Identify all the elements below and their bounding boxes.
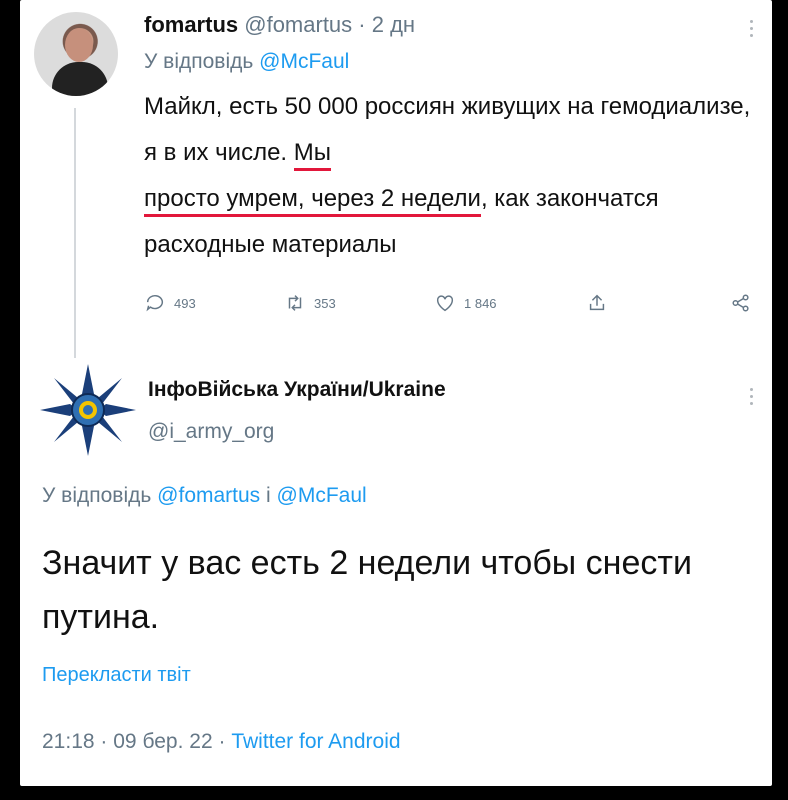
tweet-reply-text: Значит у вас есть 2 недели чтобы снести …: [42, 544, 692, 636]
separator: ·: [358, 12, 366, 37]
mention-mcfaul[interactable]: @McFaul: [259, 50, 349, 73]
retweet-button[interactable]: 353: [284, 292, 336, 314]
mention-mcfaul[interactable]: @McFaul: [277, 484, 367, 507]
infovijska-logo[interactable]: [34, 362, 142, 458]
meta-separator: ·: [218, 730, 226, 753]
tweet-time[interactable]: 21:18: [42, 730, 95, 753]
share-icon: [589, 294, 605, 311]
tweet-reply-header: ІнфоВійська України/Ukraine @i_army_org: [148, 378, 446, 444]
action-bar: 493 353 1 846: [144, 288, 754, 320]
timestamp[interactable]: 2 дн: [372, 12, 415, 37]
retweet-count: 353: [314, 295, 336, 311]
display-name[interactable]: ІнфоВійська України/Ukraine: [148, 378, 446, 402]
translate-tweet-link[interactable]: Перекласти твіт: [42, 664, 191, 687]
reply-prefix: У відповідь: [42, 484, 152, 507]
tweet-text: Майкл, есть 50 000 россиян живущих на ге…: [144, 84, 754, 268]
tweet-header: fomartus @fomartus · 2 дн: [144, 12, 754, 38]
tweet-source[interactable]: Twitter for Android: [231, 730, 400, 753]
avatar-fomartus[interactable]: [34, 12, 118, 96]
tweet-original: fomartus @fomartus · 2 дн У відповідь @M…: [144, 12, 754, 268]
retweet-icon: [288, 295, 302, 311]
tweet-date[interactable]: 09 бер. 22: [113, 730, 212, 753]
meta-separator: ·: [100, 730, 108, 753]
tweet-screenshot: fomartus @fomartus · 2 дн У відповідь @M…: [20, 0, 772, 786]
thread-line: [74, 108, 76, 358]
network-share-button[interactable]: [730, 292, 752, 314]
like-count: 1 846: [464, 295, 497, 311]
reply-icon: [146, 294, 163, 312]
handle[interactable]: @fomartus: [244, 12, 352, 37]
share-button[interactable]: [586, 292, 608, 314]
tweet-text-part: Майкл, есть 50 000 россиян живущих на ге…: [144, 93, 751, 166]
like-button[interactable]: 1 846: [434, 292, 497, 314]
handle[interactable]: @i_army_org: [148, 420, 446, 444]
reply-joiner: і: [266, 484, 271, 507]
more-vertical-icon[interactable]: [746, 384, 756, 409]
reply-prefix: У відповідь: [144, 50, 254, 73]
display-name[interactable]: fomartus: [144, 12, 238, 37]
reply-button[interactable]: 493: [144, 292, 196, 314]
mention-fomartus[interactable]: @fomartus: [157, 484, 260, 507]
tweet-meta: 21:18 · 09 бер. 22 · Twitter for Android: [42, 730, 401, 754]
highlighted-text: просто умрем, через 2 недели: [144, 185, 481, 217]
reply-count: 493: [174, 295, 196, 311]
network-share-icon: [732, 294, 749, 312]
highlighted-text: Мы: [293, 139, 332, 171]
reply-context: У відповідь @fomartus і @McFaul: [42, 484, 367, 508]
reply-context: У відповідь @McFaul: [144, 50, 754, 74]
heart-icon: [436, 295, 454, 312]
